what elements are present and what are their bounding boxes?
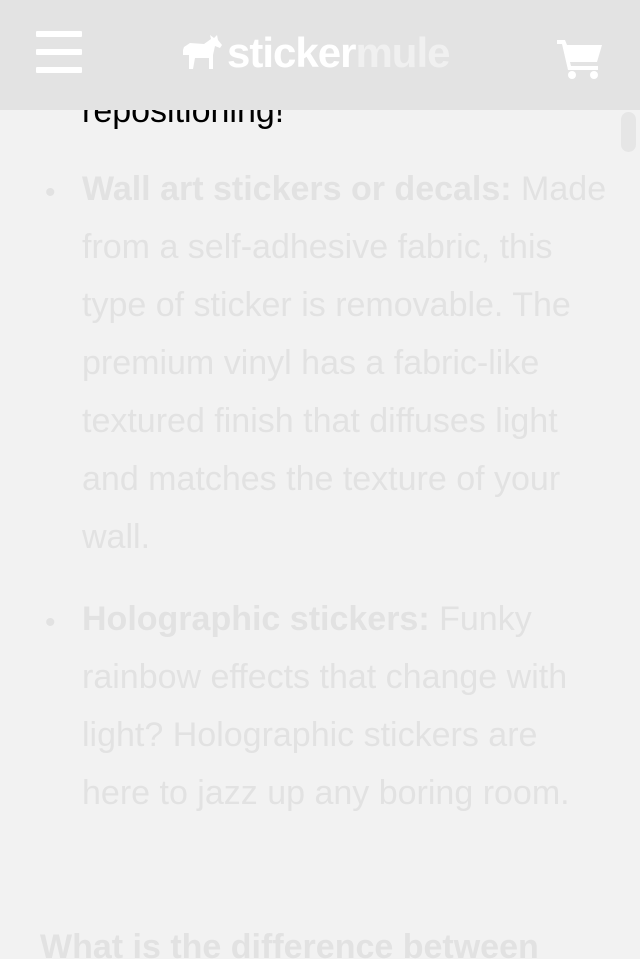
- shopping-cart-icon[interactable]: [556, 37, 604, 79]
- logo-text-sticker: sticker: [227, 29, 356, 76]
- bullet-marker: •: [45, 176, 56, 209]
- hamburger-menu-icon[interactable]: [36, 31, 82, 73]
- vertical-scrollbar[interactable]: [621, 112, 636, 152]
- list-item-holographic: Holographic stickers: Funky rainbow effe…: [82, 590, 612, 822]
- section-heading: What is the difference between: [40, 928, 539, 959]
- list-item-title: Wall art stickers or decals:: [82, 170, 512, 208]
- list-item-title: Holographic stickers:: [82, 600, 430, 638]
- list-item-wall-art: Wall art stickers or decals: Made from a…: [82, 160, 612, 566]
- page: repositioning! • Wall art stickers or de…: [0, 0, 640, 959]
- logo-text-mule: mule: [355, 29, 450, 76]
- list-item-body: Made from a self-adhesive fabric, this t…: [82, 170, 607, 556]
- sticker-mule-logo[interactable]: sticker mule: [180, 29, 450, 77]
- bullet-marker: •: [45, 606, 56, 639]
- mule-icon: [183, 35, 222, 69]
- top-navigation-bar: sticker mule: [0, 0, 640, 110]
